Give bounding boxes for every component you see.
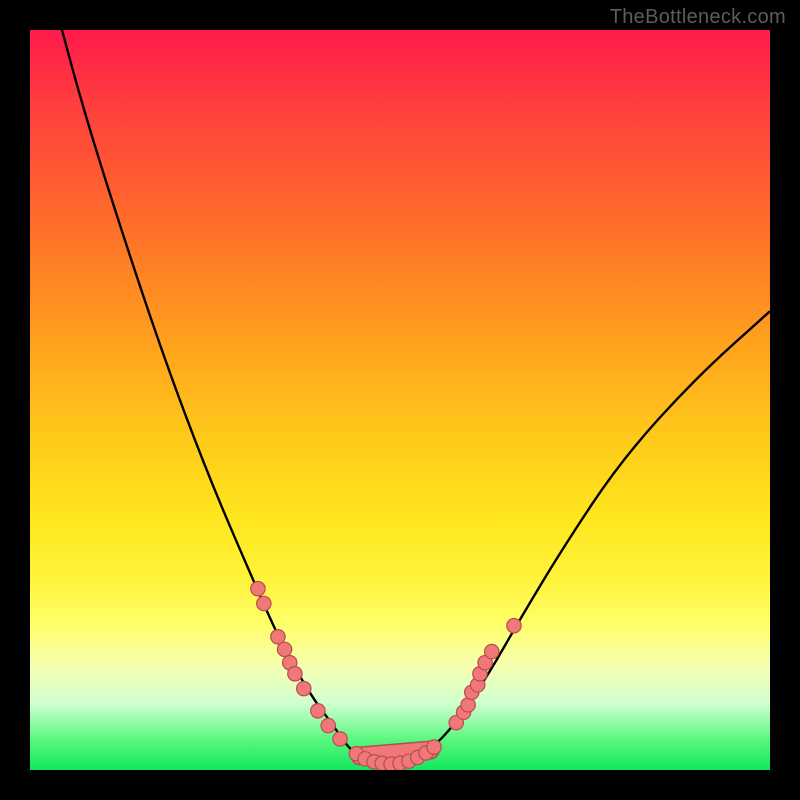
highlight-dots	[251, 582, 521, 771]
curve-layer	[30, 30, 770, 764]
highlight-dot	[257, 596, 271, 610]
highlight-dot	[427, 740, 441, 754]
bottleneck-curve	[30, 30, 770, 764]
bottleneck-curve-svg	[30, 30, 770, 770]
watermark-text: TheBottleneck.com	[610, 6, 786, 29]
highlight-dot	[297, 681, 311, 695]
highlight-dot	[321, 718, 335, 732]
plot-area	[30, 30, 770, 770]
highlight-dot	[485, 644, 499, 658]
highlight-dot	[251, 582, 265, 596]
highlight-dot	[277, 642, 291, 656]
highlight-dot	[288, 667, 302, 681]
highlight-dot	[333, 732, 347, 746]
highlight-dot	[311, 704, 325, 718]
highlight-dot	[507, 619, 521, 633]
chart-frame: TheBottleneck.com	[0, 0, 800, 800]
